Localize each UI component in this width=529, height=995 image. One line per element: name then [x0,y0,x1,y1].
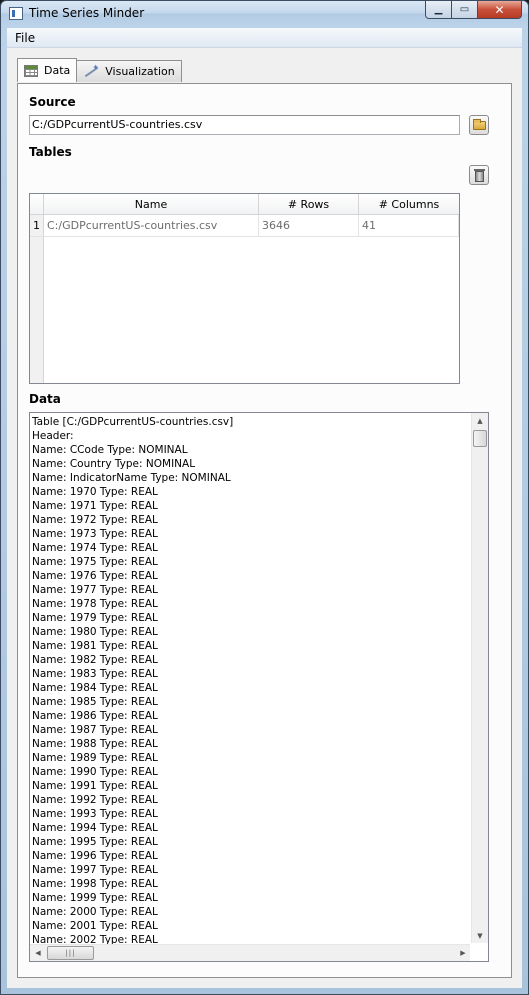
delete-table-button[interactable] [469,165,489,185]
data-line: Name: 1998 Type: REAL [32,878,158,890]
data-line: Name: 1975 Type: REAL [32,556,158,568]
data-line: Name: CCode Type: NOMINAL [32,444,188,456]
data-line: Name: 1973 Type: REAL [32,528,158,540]
source-path-field[interactable]: C:/GDPcurrentUS-countries.csv [29,115,460,135]
data-line: Name: 1981 Type: REAL [32,640,158,652]
data-line: Name: 1991 Type: REAL [32,780,158,792]
window-controls: ▁ ▭ ✕ [425,1,522,19]
menu-bar: File [7,28,522,48]
tab-data-label: Data [44,64,71,77]
data-line: Name: 1992 Type: REAL [32,794,158,806]
table-icon [24,64,38,77]
scroll-down-arrow-icon[interactable]: ▼ [472,928,488,944]
folder-icon [473,119,486,130]
data-line: Name: 1990 Type: REAL [32,766,158,778]
source-heading: Source [29,95,76,109]
maximize-button[interactable]: ▭ [452,1,478,19]
tables-heading: Tables [29,145,72,159]
row-number[interactable]: 1 [30,215,44,236]
scroll-right-arrow-icon[interactable]: ▶ [455,945,471,961]
data-line: Name: 1996 Type: REAL [32,850,158,862]
data-line: Name: 1974 Type: REAL [32,542,158,554]
data-lines: Table [C:/GDPcurrentUS-countries.csv] Hea… [32,415,470,962]
data-line: Name: Country Type: NOMINAL [32,458,196,470]
cell-rows[interactable]: 3646 [259,215,359,236]
data-tab-panel: Source C:/GDPcurrentUS-countries.csv Tab… [17,83,512,978]
data-line: Name: 1980 Type: REAL [32,626,158,638]
data-line: Name: 1985 Type: REAL [32,696,158,708]
scroll-up-arrow-icon[interactable]: ▲ [472,413,488,429]
data-line: Name: 1997 Type: REAL [32,864,158,876]
app-window: Time Series Minder ▁ ▭ ✕ File Data Visua… [0,0,529,995]
tab-data[interactable]: Data [17,58,78,82]
data-line: Name: 1972 Type: REAL [32,514,158,526]
title-bar[interactable]: Time Series Minder ▁ ▭ ✕ [1,1,528,27]
trash-icon [474,169,485,182]
browse-button[interactable] [469,115,489,135]
tab-visualization-label: Visualization [105,65,175,78]
data-line: Name: 2004 Type: REAL [32,961,470,962]
tab-visualization[interactable]: Visualization [76,60,182,82]
table-header: Name # Rows # Columns [30,194,459,215]
data-line: Name: 1979 Type: REAL [32,612,158,624]
data-line: Name: 1978 Type: REAL [32,598,158,610]
wand-icon [83,63,99,78]
row-header-column [30,215,44,383]
data-line: Table [C:/GDPcurrentUS-countries.csv] [32,416,234,428]
data-line: Name: 1970 Type: REAL [32,486,158,498]
table-row[interactable]: 1 C:/GDPcurrentUS-countries.csv 3646 41 [30,215,459,237]
data-line: Name: 1995 Type: REAL [32,836,158,848]
cell-columns[interactable]: 41 [359,215,459,236]
data-text-area[interactable]: Table [C:/GDPcurrentUS-countries.csv] Hea… [29,412,489,962]
scroll-corner [470,943,488,961]
data-line: Name: 1976 Type: REAL [32,570,158,582]
vertical-scroll-thumb[interactable] [473,430,487,447]
column-header-rows[interactable]: # Rows [259,194,359,215]
column-header-columns[interactable]: # Columns [359,194,459,215]
data-line: Name: 1983 Type: REAL [32,668,158,680]
data-line: Name: 1993 Type: REAL [32,808,158,820]
data-line: Name: 1982 Type: REAL [32,654,158,666]
data-line: Name: 1999 Type: REAL [32,892,158,904]
tables-grid: Name # Rows # Columns 1 C:/GDPcurrentUS-… [29,193,460,384]
close-button[interactable]: ✕ [478,1,522,19]
data-line: Header: [32,430,74,442]
data-line: Name: 1977 Type: REAL [32,584,158,596]
data-line: Name: 1989 Type: REAL [32,752,158,764]
horizontal-scroll-thumb[interactable]: ||| [47,946,94,960]
cell-name[interactable]: C:/GDPcurrentUS-countries.csv [44,215,259,236]
data-heading: Data [29,392,61,406]
client-area: File Data Visualization Source C:/GDPcur… [7,28,522,988]
app-icon[interactable] [9,7,23,20]
menu-file[interactable]: File [11,31,39,45]
data-line: Name: 1987 Type: REAL [32,724,158,736]
data-line: Name: 2001 Type: REAL [32,920,158,932]
minimize-button[interactable]: ▁ [425,1,452,19]
data-line: Name: IndicatorName Type: NOMINAL [32,472,231,484]
data-line: Name: 2000 Type: REAL [32,906,158,918]
data-line: Name: 1988 Type: REAL [32,738,158,750]
data-line: Name: 1986 Type: REAL [32,710,158,722]
horizontal-scrollbar[interactable]: ◀ ||| ▶ [30,944,471,961]
column-header-name[interactable]: Name [44,194,259,215]
data-line: Name: 1971 Type: REAL [32,500,158,512]
corner-header[interactable] [30,194,44,215]
tab-bar: Data Visualization [17,58,182,82]
vertical-scrollbar[interactable]: ▲ ▼ [471,413,488,944]
data-line: Name: 1994 Type: REAL [32,822,158,834]
window-title: Time Series Minder [29,6,145,20]
scroll-left-arrow-icon[interactable]: ◀ [30,945,46,961]
data-line: Name: 1984 Type: REAL [32,682,158,694]
